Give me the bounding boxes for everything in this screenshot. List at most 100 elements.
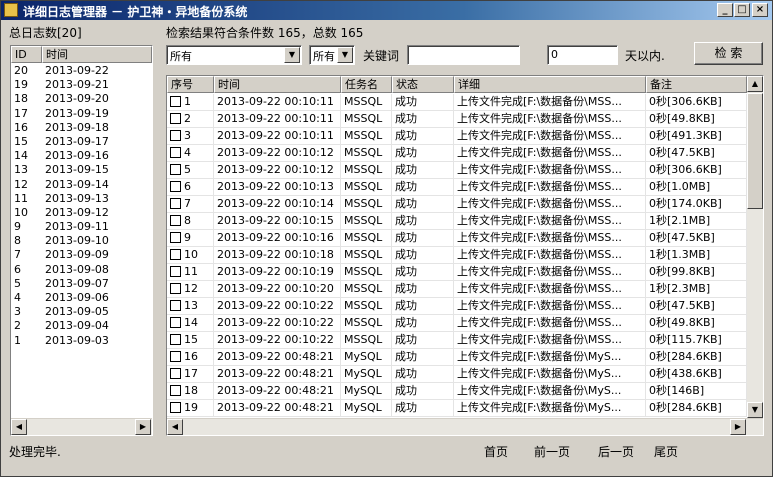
table-row[interactable]: 2 2013-09-22 00:10:11 MSSQL 成功 上传文件完成[F:\数据备… [167,111,747,128]
date-list-item[interactable]: 6 2013-09-08 [11,263,152,277]
table-row[interactable]: 9 2013-09-22 00:10:16 MSSQL 成功 上传文件完成[F:\数据备… [167,230,747,247]
table-row[interactable]: 10 2013-09-22 00:10:18 MSSQL 成功 上传文件完成[F:\数据… [167,247,747,264]
date-list-item[interactable]: 7 2013-09-09 [11,248,152,262]
table-row[interactable]: 15 2013-09-22 00:10:22 MSSQL 成功 上传文件完成[F:\数据… [167,332,747,349]
date-list-item[interactable]: 20 2013-09-22 [11,64,152,78]
table-row[interactable]: 5 2013-09-22 00:10:12 MSSQL 成功 上传文件完成[F:\数据备… [167,162,747,179]
date-list-item[interactable]: 11 2013-09-13 [11,192,152,206]
table-row[interactable]: 7 2013-09-22 00:10:14 MSSQL 成功 上传文件完成[F:\数据备… [167,196,747,213]
date-list-item[interactable]: 2 2013-09-04 [11,319,152,333]
date-list-item[interactable]: 4 2013-09-06 [11,291,152,305]
header-note[interactable]: 备注 [646,76,747,93]
date-value: 2013-09-18 [45,120,109,134]
date-list-item[interactable]: 10 2013-09-12 [11,206,152,220]
table-row[interactable]: 16 2013-09-22 00:48:21 MySQL 成功 上传文件完成[F:\数据… [167,349,747,366]
row-checkbox[interactable] [170,283,181,294]
date-list-item[interactable]: 12 2013-09-14 [11,178,152,192]
row-checkbox[interactable] [170,215,181,226]
row-checkbox[interactable] [170,300,181,311]
header-status[interactable]: 状态 [392,76,454,93]
table-row[interactable]: 1 2013-09-22 00:10:11 MSSQL 成功 上传文件完成[F:\数据备… [167,94,747,111]
next-page-link[interactable]: 后一页 [598,443,634,460]
date-list-hscrollbar[interactable]: ◀ ▶ [11,418,152,435]
row-note: 0秒[47.5KB] [646,145,747,161]
search-button[interactable]: 检 索 [694,42,763,65]
row-checkbox[interactable] [170,232,181,243]
maximize-button[interactable]: □ [734,3,750,17]
row-checkbox[interactable] [170,130,181,141]
table-row[interactable]: 13 2013-09-22 00:10:22 MSSQL 成功 上传文件完成[F:\数据… [167,298,747,315]
table-row[interactable]: 8 2013-09-22 00:10:15 MSSQL 成功 上传文件完成[F:\数据备… [167,213,747,230]
row-checkbox[interactable] [170,266,181,277]
date-id: 19 [14,78,28,92]
date-list-item[interactable]: 15 2013-09-17 [11,135,152,149]
date-id: 6 [14,262,21,276]
title-bar[interactable]: 详细日志管理器 － 护卫神・异地备份系统 _ □ × [1,1,772,20]
row-checkbox[interactable] [170,96,181,107]
row-checkbox[interactable] [170,198,181,209]
row-checkbox[interactable] [170,334,181,345]
date-list-item[interactable]: 16 2013-09-18 [11,121,152,135]
date-list-item[interactable]: 14 2013-09-16 [11,149,152,163]
row-checkbox[interactable] [170,147,181,158]
table-row[interactable]: 12 2013-09-22 00:10:20 MSSQL 成功 上传文件完成[F:\数据… [167,281,747,298]
log-table-vscrollbar[interactable]: ▲ ▼ [747,76,763,418]
row-note: 0秒[99.8KB] [646,264,747,280]
arrow-right-icon[interactable]: ▶ [730,419,746,435]
row-status: 成功 [392,196,454,212]
date-value: 2013-09-07 [45,276,109,290]
arrow-up-icon[interactable]: ▲ [747,76,763,92]
date-list-item[interactable]: 19 2013-09-21 [11,78,152,92]
header-task[interactable]: 任务名 [341,76,392,93]
status-select[interactable]: 所有 ▼ [309,45,355,65]
close-button[interactable]: × [752,3,768,17]
row-checkbox[interactable] [170,385,181,396]
date-list-item[interactable]: 17 2013-09-19 [11,107,152,121]
row-checkbox[interactable] [170,402,181,413]
table-row[interactable]: 18 2013-09-22 00:48:21 MySQL 成功 上传文件完成[F:\数据… [167,383,747,400]
header-seq[interactable]: 序号 [167,76,214,93]
date-list-item[interactable]: 8 2013-09-10 [11,234,152,248]
minimize-button[interactable]: _ [717,3,733,17]
first-page-link[interactable]: 首页 [484,443,508,460]
date-value: 2013-09-06 [45,291,109,304]
row-checkbox[interactable] [170,113,181,124]
row-checkbox[interactable] [170,351,181,362]
last-page-link[interactable]: 尾页 [654,443,678,460]
row-task: MSSQL [341,145,392,161]
table-row[interactable]: 17 2013-09-22 00:48:21 MySQL 成功 上传文件完成[F:\数据… [167,366,747,383]
prev-page-link[interactable]: 前一页 [534,443,570,460]
arrow-left-icon[interactable]: ◀ [167,419,183,435]
arrow-down-icon[interactable]: ▼ [747,402,763,418]
chevron-down-icon[interactable]: ▼ [284,47,300,63]
table-row[interactable]: 19 2013-09-22 00:48:21 MySQL 成功 上传文件完成[F:\数据… [167,400,747,417]
date-list-item[interactable]: 18 2013-09-20 [11,92,152,106]
date-list-item[interactable]: 1 2013-09-03 [11,334,152,348]
arrow-left-icon[interactable]: ◀ [11,419,27,435]
row-checkbox[interactable] [170,317,181,328]
table-row[interactable]: 4 2013-09-22 00:10:12 MSSQL 成功 上传文件完成[F:\数据备… [167,145,747,162]
keyword-input[interactable] [407,45,520,65]
row-checkbox[interactable] [170,249,181,260]
days-input[interactable]: 0 [547,45,618,65]
row-checkbox[interactable] [170,181,181,192]
header-time[interactable]: 时间 [214,76,341,93]
arrow-right-icon[interactable]: ▶ [135,419,151,435]
header-id[interactable]: ID [11,46,42,63]
table-row[interactable]: 3 2013-09-22 00:10:11 MSSQL 成功 上传文件完成[F:\数据备… [167,128,747,145]
table-row[interactable]: 14 2013-09-22 00:10:22 MSSQL 成功 上传文件完成[F:\数据… [167,315,747,332]
date-list-item[interactable]: 5 2013-09-07 [11,277,152,291]
task-select[interactable]: 所有 ▼ [166,45,302,65]
table-row[interactable]: 6 2013-09-22 00:10:13 MSSQL 成功 上传文件完成[F:\数据备… [167,179,747,196]
chevron-down-icon[interactable]: ▼ [337,47,353,63]
date-list-item[interactable]: 13 2013-09-15 [11,163,152,177]
row-checkbox[interactable] [170,368,181,379]
header-detail[interactable]: 详细 [454,76,646,93]
table-row[interactable]: 11 2013-09-22 00:10:19 MSSQL 成功 上传文件完成[F:\数据… [167,264,747,281]
vscroll-thumb[interactable] [747,93,763,209]
log-table-hscrollbar[interactable]: ◀ ▶ [167,418,763,435]
date-list-item[interactable]: 3 2013-09-05 [11,305,152,319]
header-time[interactable]: 时间 [42,46,152,63]
date-list-item[interactable]: 9 2013-09-11 [11,220,152,234]
row-checkbox[interactable] [170,164,181,175]
